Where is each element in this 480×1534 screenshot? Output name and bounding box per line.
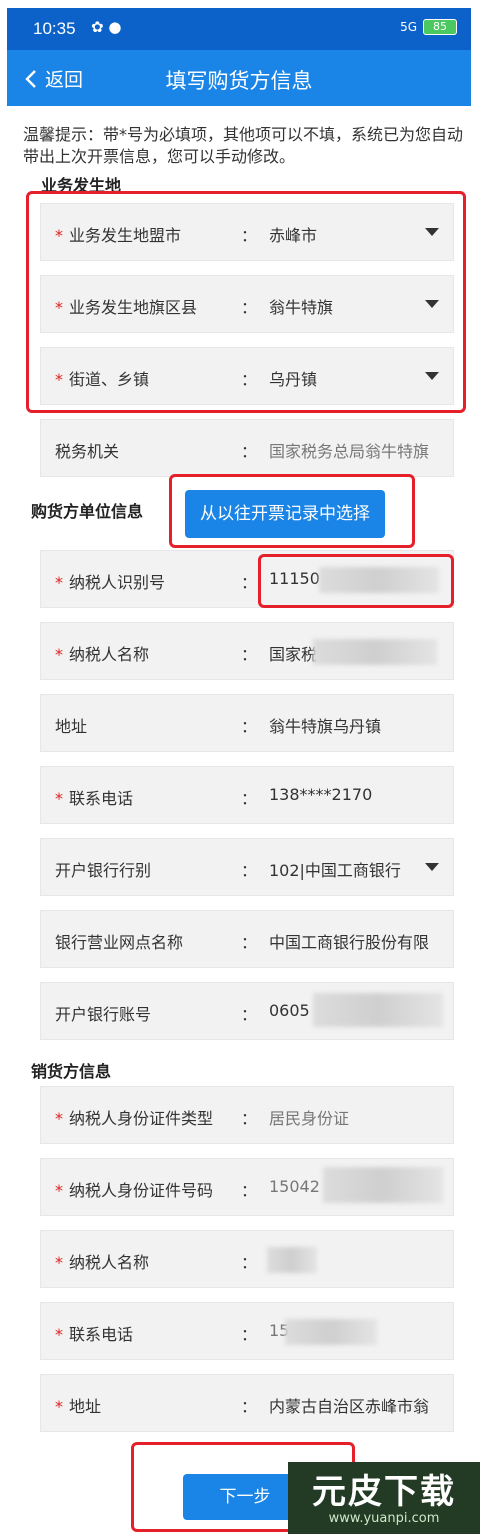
tip-text: 温馨提示：带*号为必填项，其他项可以不填，系统已为您自动带出上次开票信息，您可以…	[23, 125, 464, 166]
field-seller-address: * 地址 ： 内蒙古自治区赤峰市翁	[40, 1374, 454, 1432]
required-mark: *	[55, 1397, 63, 1416]
field-label: 开户银行账号	[55, 1005, 152, 1024]
colon: ：	[241, 933, 258, 952]
section-seller-info: 销货方信息	[31, 1062, 112, 1081]
field-value: 15042	[269, 1177, 320, 1196]
redaction-blur	[285, 1319, 377, 1345]
site-watermark: 元皮下载 www.yuanpi.com	[288, 1462, 480, 1534]
field-tax-office: 税务机关 ： 国家税务总局翁牛特旗	[40, 419, 454, 477]
notification-icons: ✿ ●	[91, 18, 122, 36]
colon: ：	[241, 1397, 258, 1416]
field-label: 纳税人名称	[69, 645, 150, 664]
section-buyer-info: 购货方单位信息	[31, 502, 144, 521]
required-mark: *	[55, 1109, 63, 1128]
field-bank-account[interactable]: 开户银行账号 ： 0605	[40, 982, 454, 1040]
colon: ：	[241, 442, 258, 461]
status-time: 10:35	[33, 19, 76, 38]
field-value: 0605	[269, 1001, 310, 1020]
highlight-box	[169, 474, 415, 548]
redaction-blur	[313, 993, 443, 1027]
field-value: 翁牛特旗乌丹镇	[269, 717, 382, 736]
required-mark: *	[55, 1325, 63, 1344]
field-label: 税务机关	[55, 442, 120, 461]
field-phone[interactable]: * 联系电话 ： 138****2170	[40, 766, 454, 824]
field-value: 内蒙古自治区赤峰市翁	[269, 1397, 430, 1416]
watermark-url: www.yuanpi.com	[328, 1511, 440, 1526]
required-mark: *	[55, 1181, 63, 1200]
field-label: 地址	[55, 717, 88, 736]
battery-icon: 85	[423, 19, 457, 35]
redaction-blur	[313, 639, 437, 665]
highlight-box	[258, 554, 454, 608]
highlight-box	[26, 191, 466, 413]
app-frame: 10:35 ✿ ● 5G 85 返回 填写购货方信息 温馨提示：带*号为必填项，…	[7, 0, 471, 1534]
field-value: 居民身份证	[269, 1109, 350, 1128]
field-value: 102|中国工商银行	[269, 861, 401, 880]
colon: ：	[241, 645, 258, 664]
required-mark: *	[55, 1253, 63, 1272]
page-title: 填写购货方信息	[165, 69, 313, 93]
colon: ：	[241, 861, 258, 880]
signal-icon: 5G	[400, 20, 417, 34]
field-label: 纳税人身份证件类型	[69, 1109, 214, 1128]
field-taxpayer-name[interactable]: * 纳税人名称 ： 国家税	[40, 622, 454, 680]
field-value: 国家税	[269, 645, 318, 664]
status-bar: 10:35 ✿ ● 5G 85	[7, 8, 471, 50]
redaction-blur	[267, 1247, 317, 1273]
required-mark: *	[55, 573, 63, 592]
field-label: 纳税人身份证件号码	[69, 1181, 214, 1200]
colon: ：	[241, 1253, 258, 1272]
colon: ：	[241, 1325, 258, 1344]
required-mark: *	[55, 789, 63, 808]
field-bank[interactable]: 开户银行行别 ： 102|中国工商银行	[40, 838, 454, 896]
field-seller-id-no: * 纳税人身份证件号码 ： 15042	[40, 1158, 454, 1216]
field-seller-name: * 纳税人名称 ：	[40, 1230, 454, 1288]
field-label: 纳税人识别号	[69, 573, 166, 592]
field-value: 138****2170	[269, 785, 373, 804]
field-label: 地址	[69, 1397, 102, 1416]
watermark-logo-text: 元皮下载	[312, 1472, 456, 1512]
field-label: 纳税人名称	[69, 1253, 150, 1272]
required-mark: *	[55, 645, 63, 664]
field-address[interactable]: 地址 ： 翁牛特旗乌丹镇	[40, 694, 454, 752]
field-seller-id-type: * 纳税人身份证件类型 ： 居民身份证	[40, 1086, 454, 1144]
nav-bar: 返回 填写购货方信息	[7, 50, 471, 106]
colon: ：	[241, 1005, 258, 1024]
field-value: 中国工商银行股份有限	[269, 933, 430, 952]
colon: ：	[241, 1109, 258, 1128]
field-label: 联系电话	[69, 1325, 134, 1344]
colon: ：	[241, 573, 258, 592]
caret-down-icon	[425, 863, 439, 871]
status-icons: 5G 85	[400, 19, 457, 35]
field-label: 联系电话	[69, 789, 134, 808]
redaction-blur	[323, 1167, 443, 1203]
field-label: 银行营业网点名称	[55, 933, 184, 952]
field-label: 开户银行行别	[55, 861, 152, 880]
colon: ：	[241, 717, 258, 736]
colon: ：	[241, 789, 258, 808]
field-seller-phone: * 联系电话 ： 15	[40, 1302, 454, 1360]
field-value: 国家税务总局翁牛特旗	[269, 442, 430, 461]
field-bank-branch[interactable]: 银行营业网点名称 ： 中国工商银行股份有限	[40, 910, 454, 968]
colon: ：	[241, 1181, 258, 1200]
